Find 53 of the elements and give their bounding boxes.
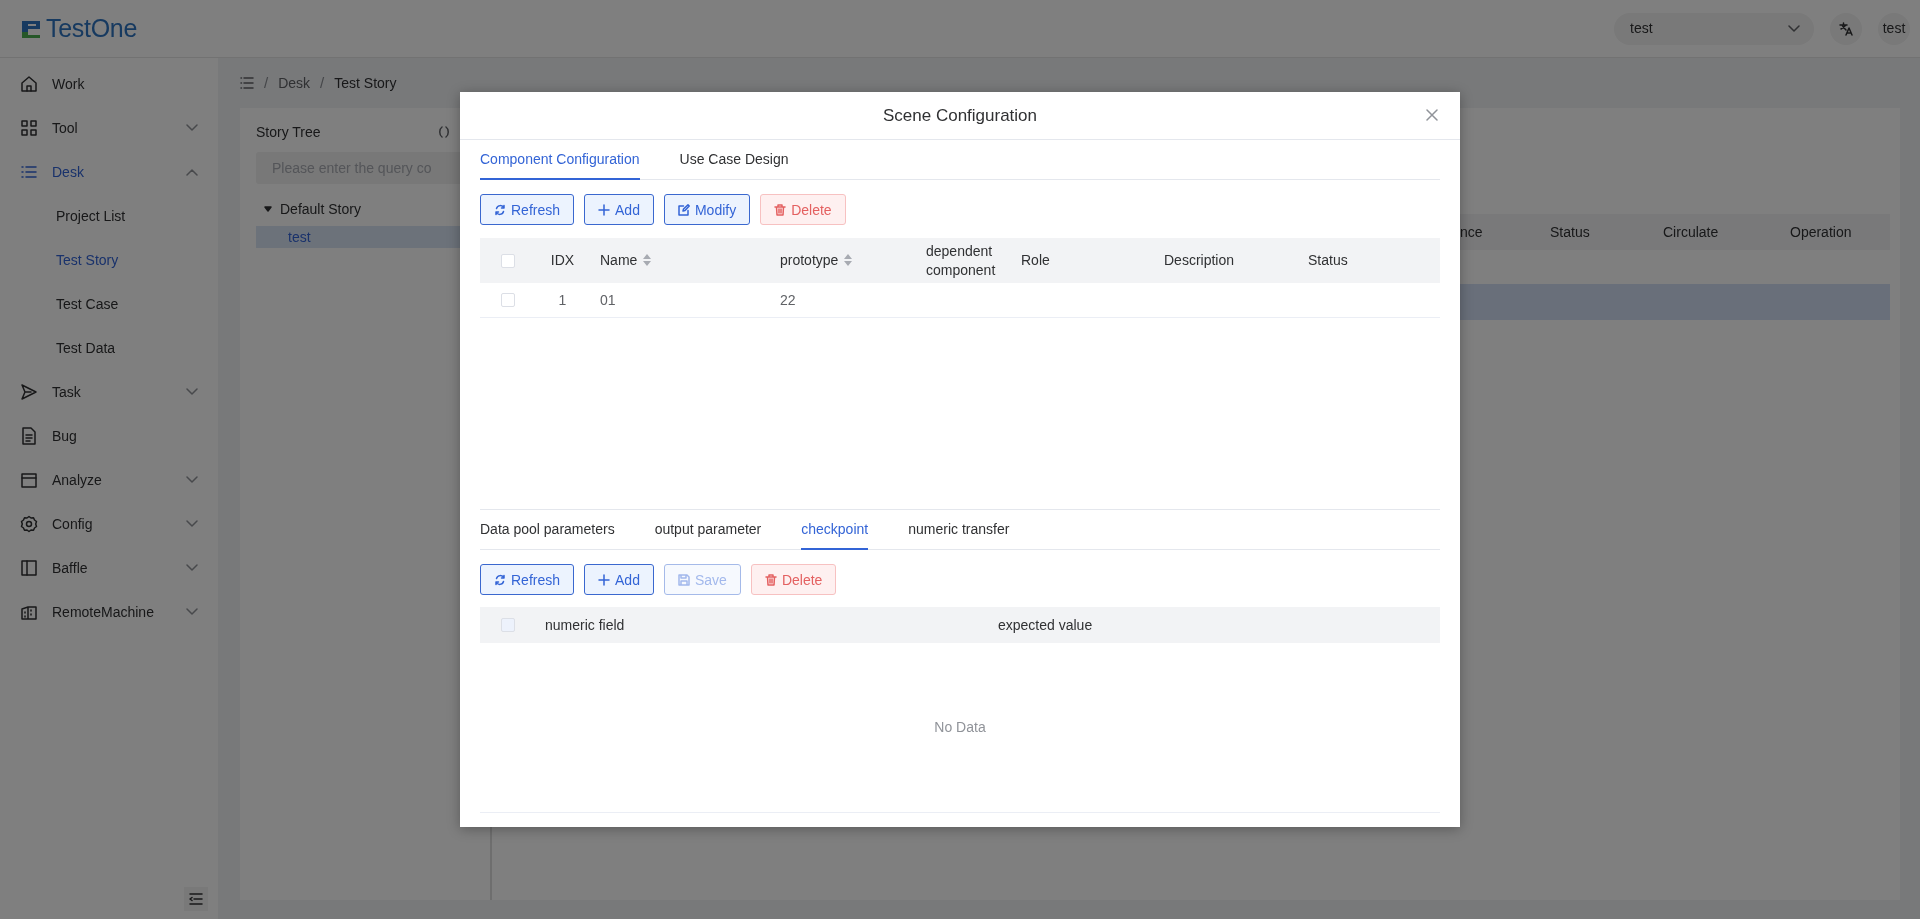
column-header: Status — [1550, 222, 1591, 242]
column-header: Role — [1021, 251, 1050, 270]
sidebar-item[interactable]: Task — [0, 370, 218, 414]
column-header: Circulate — [1663, 222, 1720, 242]
sidebar-item[interactable]: Tool — [0, 106, 218, 150]
column-header[interactable]: Name — [600, 251, 653, 270]
sidebar-subitem[interactable]: Test Data — [0, 326, 218, 370]
breadcrumb-separator: / — [320, 72, 325, 93]
dialog-title: Scene Configuration — [882, 104, 1037, 127]
breadcrumb-item[interactable]: Desk — [278, 72, 311, 94]
empty-state-text: No Data — [934, 718, 986, 737]
add-button[interactable]: Add — [584, 194, 654, 225]
refresh-button[interactable]: Refresh — [480, 194, 575, 225]
column-header: dependent component — [926, 241, 997, 280]
sidebar-item[interactable]: Analyze — [0, 458, 218, 502]
sidebar-subitem[interactable]: Project List — [0, 194, 218, 238]
column-header: nce — [1460, 222, 1484, 242]
column-header: Status — [1308, 251, 1348, 270]
tab[interactable]: Component Configuration — [480, 140, 640, 180]
table-cell-text: 1 — [558, 290, 567, 310]
column-header: Description — [1164, 251, 1235, 270]
delete-button[interactable]: Delete — [750, 564, 837, 595]
add-button[interactable]: Add — [584, 564, 654, 595]
app-logo-text: TestOne — [46, 12, 137, 44]
tab[interactable]: Data pool parameters — [480, 510, 615, 550]
delete-button[interactable]: Delete — [760, 194, 846, 225]
sidebar-item[interactable]: Bug — [0, 414, 218, 458]
sidebar-item[interactable]: RemoteMachine — [0, 590, 218, 634]
user-avatar[interactable]: test — [1878, 12, 1910, 45]
tree-node[interactable]: Default Story — [256, 198, 474, 220]
breadcrumb-separator: / — [264, 72, 269, 93]
sidebar-item[interactable]: Baffle — [0, 546, 218, 590]
sidebar-item[interactable]: Config — [0, 502, 218, 546]
tab[interactable]: numeric transfer — [908, 510, 1010, 550]
panel-title: Story Tree — [256, 122, 321, 142]
breadcrumb-item: Test Story — [334, 73, 397, 93]
modify-button[interactable]: Modify — [663, 194, 751, 225]
column-header: IDX — [550, 251, 575, 270]
tab[interactable]: Use Case Design — [679, 140, 789, 180]
column-header: Operation — [1790, 222, 1853, 242]
sidebar-subitem[interactable]: Test Story — [0, 238, 218, 282]
table-cell-text: 22 — [780, 290, 796, 310]
sidebar-item[interactable]: Desk — [0, 150, 218, 194]
column-header: expected value — [998, 615, 1093, 635]
sidebar-subitem[interactable]: Test Case — [0, 282, 218, 326]
project-select[interactable]: test — [1614, 12, 1814, 45]
sidebar-item[interactable]: Work — [0, 62, 218, 106]
table-cell-text: 01 — [600, 290, 616, 310]
tab[interactable]: output parameter — [654, 510, 762, 550]
refresh-button[interactable]: Refresh — [480, 564, 575, 595]
save-button: Save — [663, 564, 741, 595]
column-header: numeric field — [545, 615, 625, 635]
tab[interactable]: checkpoint — [801, 510, 869, 550]
